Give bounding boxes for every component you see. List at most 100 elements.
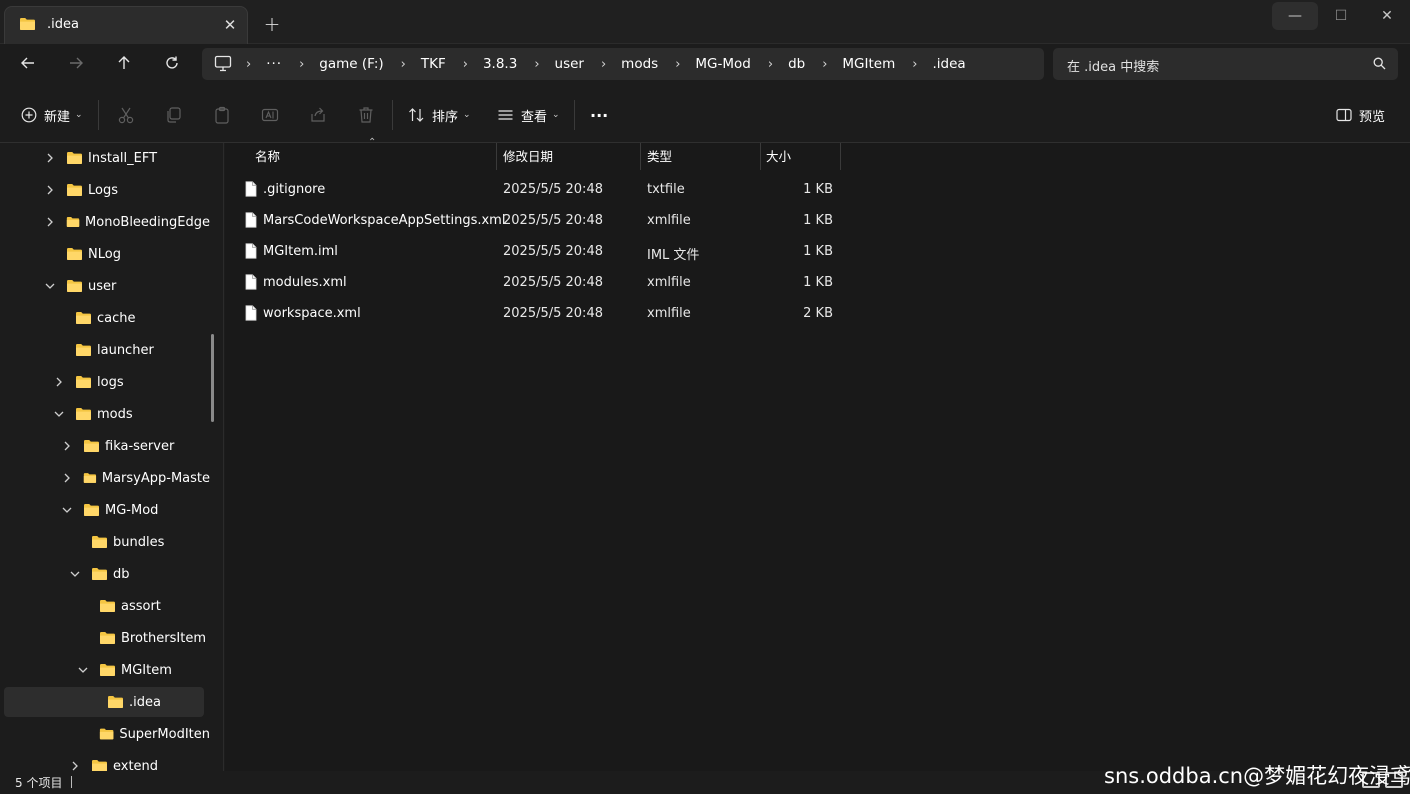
chevron-right-icon: › [912, 56, 918, 72]
address-bar[interactable]: › ··· › game (F:) › TKF › 3.8.3 › user ›… [202, 48, 1044, 80]
sidebar-item[interactable]: launcher [75, 335, 210, 365]
file-type: xmlfile [647, 275, 691, 290]
file-type: IML 文件 [647, 248, 700, 263]
sidebar-item[interactable]: MG-Mod [83, 495, 210, 525]
sidebar-item[interactable]: BrothersItem [99, 623, 210, 653]
search-input[interactable]: 在 .idea 中搜索 [1053, 48, 1398, 80]
column-divider[interactable] [496, 143, 497, 170]
delete-icon[interactable] [356, 105, 376, 125]
sidebar-item-label: user [88, 278, 117, 294]
chevron-down-icon[interactable] [77, 664, 89, 676]
tab-idea[interactable]: .idea ✕ [4, 6, 248, 44]
sidebar-item[interactable]: mods [75, 399, 210, 429]
chevron-right-icon[interactable] [61, 440, 73, 452]
close-window-button[interactable]: ✕ [1364, 2, 1410, 30]
breadcrumb-item-current[interactable]: .idea [932, 56, 965, 72]
folder-icon [99, 727, 114, 741]
chevron-right-icon[interactable] [44, 152, 56, 164]
column-divider[interactable] [760, 143, 761, 170]
file-name: MGItem.iml [263, 244, 338, 259]
share-icon[interactable] [308, 105, 328, 125]
column-header-size[interactable]: 大小 [766, 143, 836, 170]
sidebar-item[interactable]: SuperModIten [99, 719, 210, 749]
breadcrumb-item[interactable]: mods [621, 56, 658, 72]
up-button[interactable] [108, 50, 140, 82]
chevron-right-icon[interactable] [44, 184, 56, 196]
file-icon [245, 305, 257, 321]
breadcrumb-more-button[interactable]: ··· [266, 56, 282, 72]
sidebar-item[interactable]: bundles [91, 527, 210, 557]
sidebar-item[interactable]: MonoBleedingEdge [66, 207, 210, 237]
file-type: xmlfile [647, 213, 691, 228]
sidebar-item[interactable]: logs [75, 367, 210, 397]
chevron-right-icon[interactable] [69, 760, 81, 771]
sidebar-item[interactable]: cache [75, 303, 210, 333]
folder-icon [66, 183, 83, 197]
breadcrumb-item[interactable]: TKF [421, 56, 446, 72]
copy-icon[interactable] [164, 105, 184, 125]
breadcrumb-item[interactable]: game (F:) [319, 56, 383, 72]
title-bar: .idea ✕ + — ☐ ✕ [0, 0, 1410, 44]
folder-icon [66, 279, 83, 293]
folder-icon [99, 631, 116, 645]
plus-circle-icon [21, 107, 37, 123]
breadcrumb-item[interactable]: MG-Mod [695, 56, 750, 72]
view-button[interactable]: 查看 ⌄ [497, 104, 560, 126]
file-row[interactable]: modules.xml 2025/5/5 20:48 xmlfile 1 KB [241, 267, 841, 298]
file-row[interactable]: workspace.xml 2025/5/5 20:48 xmlfile 2 KB [241, 298, 841, 329]
forward-button[interactable] [60, 50, 92, 82]
sidebar-item[interactable]: Install_EFT [66, 143, 210, 173]
folder-icon [91, 759, 108, 771]
back-button[interactable] [12, 50, 44, 82]
chevron-right-icon[interactable] [61, 472, 73, 484]
file-date: 2025/5/5 20:48 [503, 213, 603, 228]
more-options-button[interactable]: ··· [590, 104, 608, 126]
file-row[interactable]: MGItem.iml 2025/5/5 20:48 IML 文件 1 KB [241, 236, 841, 267]
sort-icon [409, 108, 424, 122]
cut-icon[interactable] [116, 105, 136, 125]
sidebar-item[interactable]: extend [91, 751, 210, 771]
sort-button[interactable]: 排序 ⌄ [408, 104, 471, 126]
file-row[interactable]: MarsCodeWorkspaceAppSettings.xml 2025/5/5… [241, 205, 841, 236]
new-tab-button[interactable]: + [258, 11, 286, 39]
paste-icon[interactable] [212, 105, 232, 125]
tab-close-button[interactable]: ✕ [217, 13, 243, 37]
breadcrumb-item[interactable]: db [788, 56, 805, 72]
sidebar-item[interactable]: fika-server [83, 431, 210, 461]
folder-icon [83, 439, 100, 453]
sidebar-item[interactable]: db [91, 559, 210, 589]
breadcrumb-item[interactable]: MGItem [842, 56, 895, 72]
sidebar-item[interactable]: Logs [66, 175, 210, 205]
sidebar-scrollbar[interactable] [211, 334, 214, 422]
refresh-icon [166, 56, 178, 69]
breadcrumb-item[interactable]: 3.8.3 [483, 56, 517, 72]
column-header-name[interactable]: 名称 [255, 143, 495, 170]
rename-icon[interactable] [260, 105, 280, 125]
file-date: 2025/5/5 20:48 [503, 182, 603, 197]
folder-icon [91, 567, 108, 581]
preview-pane-button[interactable]: 预览 [1336, 104, 1385, 126]
refresh-button[interactable] [156, 50, 188, 82]
sidebar-item[interactable]: MGItem [99, 655, 210, 685]
file-row[interactable]: .gitignore 2025/5/5 20:48 txtfile 1 KB [241, 174, 841, 205]
chevron-down-icon[interactable] [53, 408, 65, 420]
column-header-type[interactable]: 类型 [647, 143, 757, 170]
chevron-down-icon[interactable] [61, 504, 73, 516]
sidebar-item[interactable]: user [66, 271, 210, 301]
column-divider[interactable] [640, 143, 641, 170]
chevron-down-icon[interactable] [69, 568, 81, 580]
column-divider[interactable] [840, 143, 841, 170]
sidebar-item[interactable]: .idea [4, 687, 204, 717]
chevron-right-icon[interactable] [53, 376, 65, 388]
chevron-down-icon[interactable] [44, 280, 56, 292]
sidebar-item[interactable]: assort [99, 591, 210, 621]
sidebar-item[interactable]: MarsyApp-Maste [83, 463, 210, 493]
new-button[interactable]: 新建 ⌄ [21, 104, 83, 126]
chevron-right-icon[interactable] [44, 216, 56, 228]
breadcrumb-item[interactable]: user [555, 56, 584, 72]
minimize-button[interactable]: — [1272, 2, 1318, 30]
column-header-date[interactable]: 修改日期 [503, 143, 633, 170]
sidebar-item[interactable]: NLog [66, 239, 210, 269]
maximize-button[interactable]: ☐ [1318, 2, 1364, 30]
sidebar-item-label: cache [97, 310, 136, 326]
